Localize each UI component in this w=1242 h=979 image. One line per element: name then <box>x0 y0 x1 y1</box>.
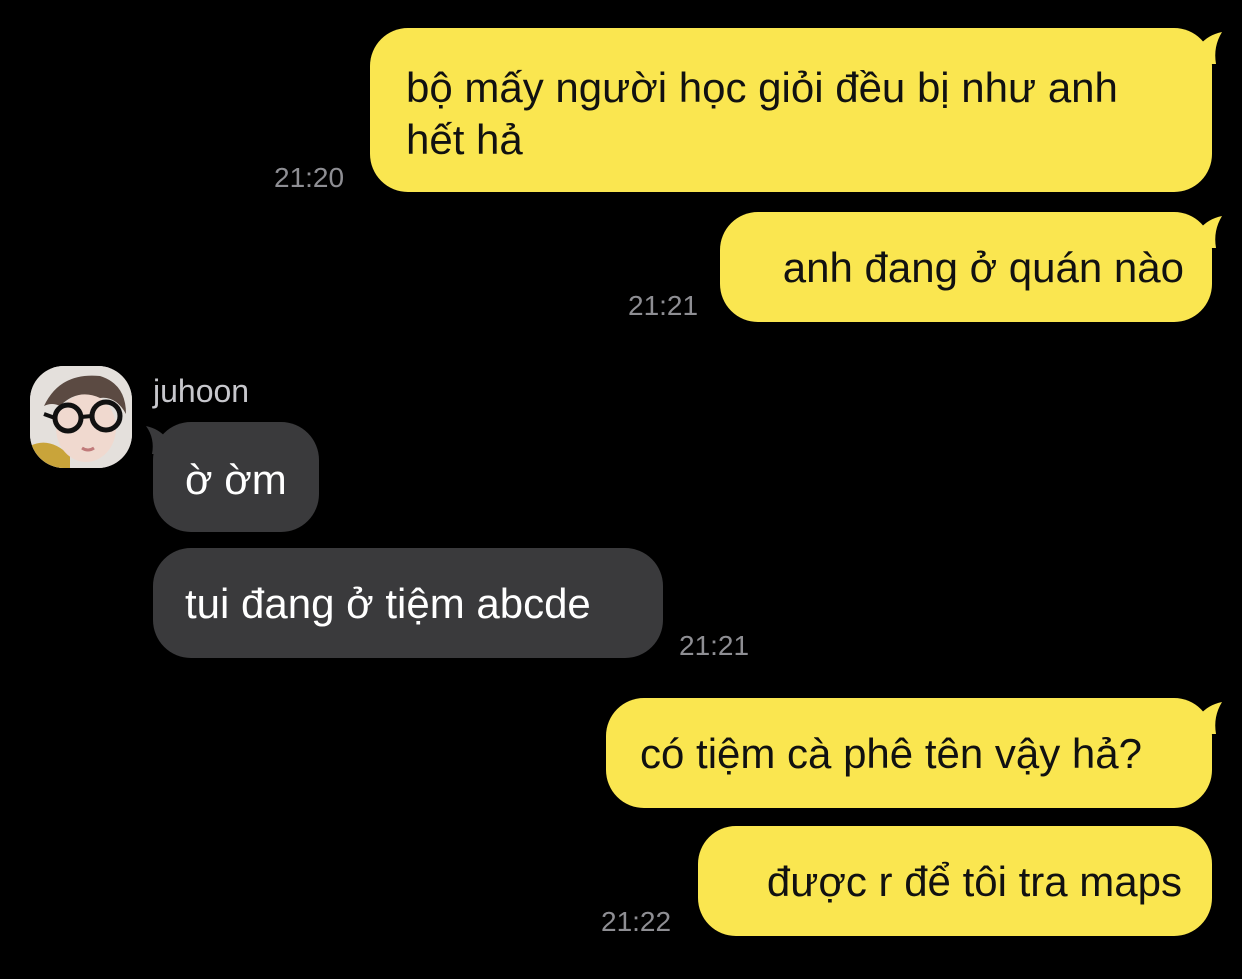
sender-avatar[interactable] <box>30 366 132 468</box>
incoming-message-bubble[interactable]: ờ ờm <box>153 422 319 532</box>
avatar-photo <box>30 366 132 468</box>
message-timestamp: 21:21 <box>628 290 699 321</box>
outgoing-message-bubble[interactable]: bộ mấy người học giỏi đều bị như anh hết… <box>370 28 1212 192</box>
message-timestamp: 21:21 <box>679 630 750 661</box>
outgoing-message-bubble[interactable]: được r để tôi tra maps <box>698 826 1212 936</box>
outgoing-message-bubble[interactable]: có tiệm cà phê tên vậy hả? <box>606 698 1212 808</box>
incoming-message-bubble[interactable]: tui đang ở tiệm abcde <box>153 548 663 658</box>
sender-name: juhoon <box>153 373 250 409</box>
outgoing-message-bubble[interactable]: anh đang ở quán nào <box>720 212 1212 322</box>
message-timestamp: 21:20 <box>274 162 345 193</box>
message-timestamp: 21:22 <box>601 906 672 937</box>
